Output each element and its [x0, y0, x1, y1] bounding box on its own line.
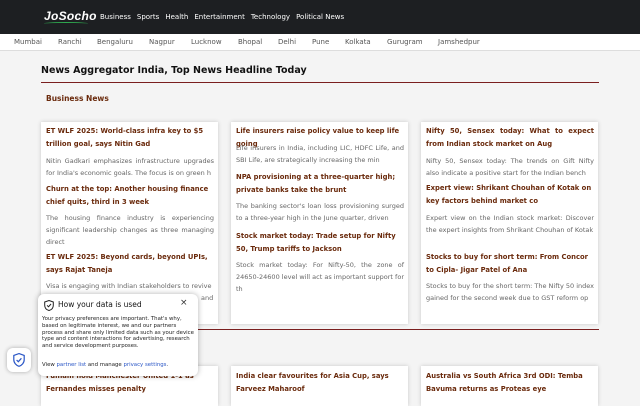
city-link-pune[interactable]: Pune [312, 38, 329, 46]
city-link-delhi[interactable]: Delhi [278, 38, 296, 46]
news-headline[interactable]: Stocks to buy for short term: From Conco… [426, 251, 594, 276]
news-headline[interactable]: Nifty 50, Sensex today: What to expect f… [426, 125, 594, 150]
news-headline[interactable]: Expert view: Shrikant Chouhan of Kotak o… [426, 182, 594, 207]
news-headline[interactable]: Churn at the top: Another housing financ… [46, 183, 214, 208]
logo-text: JoSocho [44, 9, 97, 23]
privacy-settings-link[interactable]: privacy settings [123, 362, 166, 368]
shield-check-icon [13, 353, 25, 367]
city-link-kolkata[interactable]: Kolkata [345, 38, 371, 46]
privacy-links-suffix: . [166, 362, 169, 368]
privacy-title: How your data is used [58, 300, 142, 309]
news-card-bottom-3: Australia vs South Africa 3rd ODI: Temba… [421, 366, 598, 406]
close-icon[interactable]: × [180, 298, 188, 308]
news-summary: The housing finance industry is experien… [46, 214, 214, 246]
news-headline[interactable]: NPA provisioning at a three-quarter high… [236, 171, 404, 196]
nav-item-business[interactable]: Business [100, 13, 131, 21]
logo-swoosh [44, 22, 88, 25]
news-card-column-2: Life insurers raise policy value to keep… [231, 122, 408, 324]
nav-item-sports[interactable]: Sports [137, 13, 159, 21]
city-link-bengaluru[interactable]: Bengaluru [97, 38, 133, 46]
news-headline[interactable]: India clear favourites for Asia Cup, say… [236, 370, 404, 395]
city-link-ranchi[interactable]: Ranchi [58, 38, 82, 46]
city-link-mumbai[interactable]: Mumbai [14, 38, 42, 46]
news-summary: Nitin Gadkari emphasizes infrastructure … [46, 157, 214, 177]
news-card-column-3: Nifty 50, Sensex today: What to expect f… [421, 122, 598, 324]
news-card-bottom-2: India clear favourites for Asia Cup, say… [231, 366, 408, 406]
partner-list-link[interactable]: partner list [57, 362, 87, 368]
nav-item-health[interactable]: Health [165, 13, 188, 21]
nav-item-technology[interactable]: Technology [251, 13, 290, 21]
news-summary-fragment: and [201, 294, 214, 302]
news-summary: Stock market today: For Nifty-50, the zo… [236, 261, 404, 293]
news-headline[interactable]: ET WLF 2025: World-class infra key to $5… [46, 125, 214, 150]
news-headline[interactable]: ET WLF 2025: Beyond cards, beyond UPIs, … [46, 251, 214, 276]
top-navbar: JoSocho Business Sports Health Entertain… [0, 0, 640, 34]
privacy-notice-popup: How your data is used × Your privacy pre… [38, 294, 198, 376]
city-link-gurugram[interactable]: Gurugram [387, 38, 423, 46]
news-summary: Expert view on the Indian stock market: … [426, 214, 594, 234]
news-summary: The banking sector's loan loss provision… [236, 202, 404, 222]
city-link-lucknow[interactable]: Lucknow [191, 38, 222, 46]
city-link-nagpur[interactable]: Nagpur [149, 38, 175, 46]
city-link-jamshedpur[interactable]: Jamshedpur [438, 38, 480, 46]
news-headline[interactable]: Australia vs South Africa 3rd ODI: Temba… [426, 370, 594, 395]
nav-item-political-news[interactable]: Political News [296, 13, 344, 21]
nav-item-entertainment[interactable]: Entertainment [194, 13, 245, 21]
news-summary: Visa is engaging with Indian stakeholder… [46, 282, 212, 290]
news-summary: Stocks to buy for the short term: The Ni… [426, 282, 594, 302]
news-summary: Life insurers in India, including LIC, H… [236, 144, 404, 164]
section-heading-business[interactable]: Business News [46, 94, 109, 103]
privacy-settings-button[interactable] [7, 348, 31, 372]
page-title: News Aggregator India, Top News Headline… [41, 65, 307, 76]
site-logo[interactable]: JoSocho [44, 9, 97, 23]
main-nav: Business Sports Health Entertainment Tec… [100, 0, 350, 34]
title-divider [41, 82, 599, 83]
city-link-bhopal[interactable]: Bhopal [238, 38, 262, 46]
privacy-links-prefix: View [42, 362, 55, 368]
privacy-body: Your privacy preferences are important. … [42, 316, 194, 350]
privacy-links-mid: and manage [87, 362, 122, 368]
privacy-links: View partner list and manage privacy set… [42, 362, 168, 368]
news-headline[interactable]: Stock market today: Trade setup for Nift… [236, 230, 404, 255]
city-bar: Mumbai Ranchi Bengaluru Nagpur Lucknow B… [0, 34, 640, 51]
news-summary: Nifty 50, Sensex today: The trends on Gi… [426, 157, 594, 177]
shield-check-icon [44, 300, 54, 311]
